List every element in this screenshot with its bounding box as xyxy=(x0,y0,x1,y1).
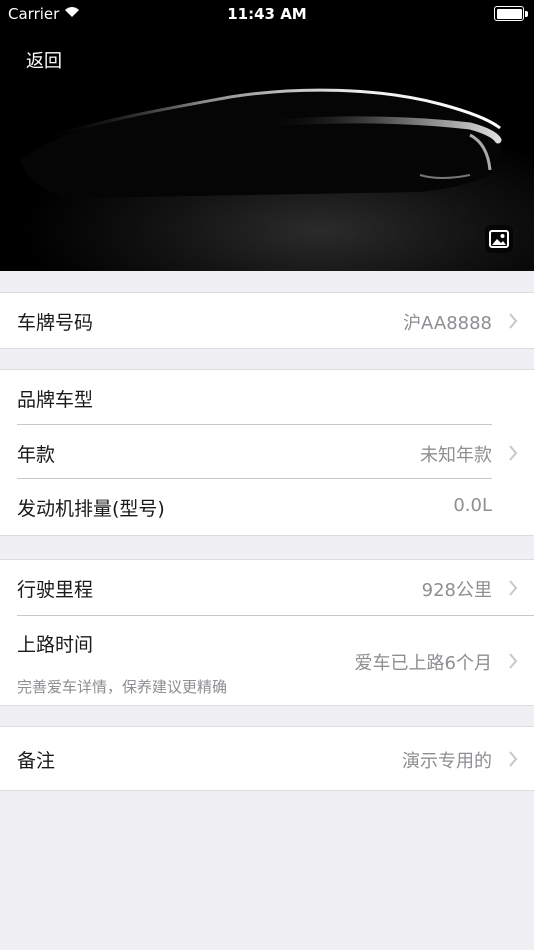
brand-row[interactable]: 品牌车型 xyxy=(0,370,534,425)
status-bar: Carrier 11:43 AM xyxy=(0,0,534,28)
road-time-hint: 完善爱车详情，保养建议更精确 xyxy=(17,678,228,696)
plate-label: 车牌号码 xyxy=(17,312,94,334)
remark-label: 备注 xyxy=(17,750,56,772)
plate-section: 车牌号码 沪AA8888 xyxy=(0,292,534,349)
plate-row[interactable]: 车牌号码 沪AA8888 xyxy=(0,293,534,348)
chevron-right-icon xyxy=(509,751,518,767)
year-row[interactable]: 年款 未知年款 xyxy=(0,425,534,479)
status-time: 11:43 AM xyxy=(227,5,307,23)
engine-value: 0.0L xyxy=(453,495,492,516)
chevron-right-icon xyxy=(509,653,518,669)
brand-label: 品牌车型 xyxy=(17,389,94,411)
vehicle-section: 品牌车型 年款 未知年款 发动机排量(型号) 0.0L xyxy=(0,369,534,536)
chevron-right-icon xyxy=(509,445,518,461)
plate-value: 沪AA8888 xyxy=(403,313,492,334)
battery-icon xyxy=(494,6,528,21)
road-time-value: 爱车已上路6个月 xyxy=(354,653,492,674)
back-button[interactable]: 返回 xyxy=(26,47,62,73)
usage-section: 行驶里程 928公里 上路时间 爱车已上路6个月 完善爱车详情，保养建议更精确 xyxy=(0,559,534,706)
remark-value: 演示专用的 xyxy=(402,751,492,772)
engine-label: 发动机排量(型号) xyxy=(17,498,165,520)
chevron-right-icon xyxy=(509,580,518,596)
road-time-label: 上路时间 xyxy=(17,634,94,656)
mileage-label: 行驶里程 xyxy=(17,579,94,601)
photo-icon[interactable] xyxy=(485,225,513,253)
remark-row[interactable]: 备注 演示专用的 xyxy=(0,727,534,790)
car-silhouette-image xyxy=(20,88,502,198)
mileage-row[interactable]: 行驶里程 928公里 xyxy=(0,560,534,616)
road-time-row[interactable]: 上路时间 爱车已上路6个月 完善爱车详情，保养建议更精确 xyxy=(0,616,534,705)
year-label: 年款 xyxy=(17,444,56,466)
remark-section: 备注 演示专用的 xyxy=(0,726,534,791)
engine-row: 发动机排量(型号) 0.0L xyxy=(0,479,534,535)
mileage-value: 928公里 xyxy=(421,580,492,601)
car-hero-image xyxy=(0,0,534,271)
year-value: 未知年款 xyxy=(420,445,492,466)
chevron-right-icon xyxy=(509,313,518,329)
